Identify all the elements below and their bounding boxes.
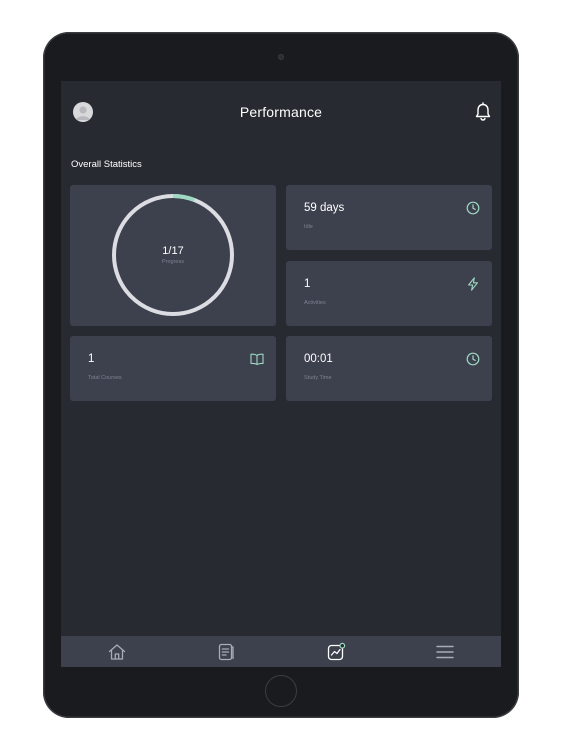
study-time-card[interactable]: 00:01 Study Time [286, 336, 492, 401]
activities-label: Activities [304, 300, 326, 306]
home-icon[interactable] [107, 642, 127, 662]
bottom-nav [61, 636, 501, 667]
progress-label: Progress [161, 259, 184, 265]
courses-value: 1 [88, 353, 95, 365]
study-time-label: Study Time [304, 375, 332, 381]
activities-value: 1 [304, 278, 311, 290]
study-time-value: 00:01 [304, 353, 333, 365]
progress-value: 1/17 [162, 245, 184, 257]
app-screen: Performance Overall Statistics 1/17 Prog… [61, 81, 501, 667]
courses-label: Total Courses [88, 375, 122, 381]
activities-card[interactable]: 1 Activities [286, 261, 492, 326]
home-button[interactable] [265, 675, 297, 707]
total-courses-card[interactable]: 1 Total Courses [70, 336, 276, 401]
bell-icon[interactable] [474, 102, 492, 122]
clock-icon [466, 201, 480, 215]
notes-icon[interactable] [216, 642, 236, 662]
section-title: Overall Statistics [71, 159, 142, 170]
chart-icon[interactable] [326, 642, 346, 662]
progress-card[interactable]: 1/17 Progress [70, 185, 276, 326]
camera [278, 54, 284, 60]
menu-icon[interactable] [435, 642, 455, 662]
idle-value: 59 days [304, 202, 345, 214]
book-icon [250, 353, 264, 366]
idle-card[interactable]: 59 days Idle [286, 185, 492, 250]
clock-icon [466, 352, 480, 366]
page-title: Performance [239, 104, 323, 120]
tablet-frame: Performance Overall Statistics 1/17 Prog… [43, 32, 519, 718]
top-bar: Performance [61, 81, 501, 145]
idle-label: Idle [304, 224, 313, 230]
lightning-icon [468, 277, 478, 291]
